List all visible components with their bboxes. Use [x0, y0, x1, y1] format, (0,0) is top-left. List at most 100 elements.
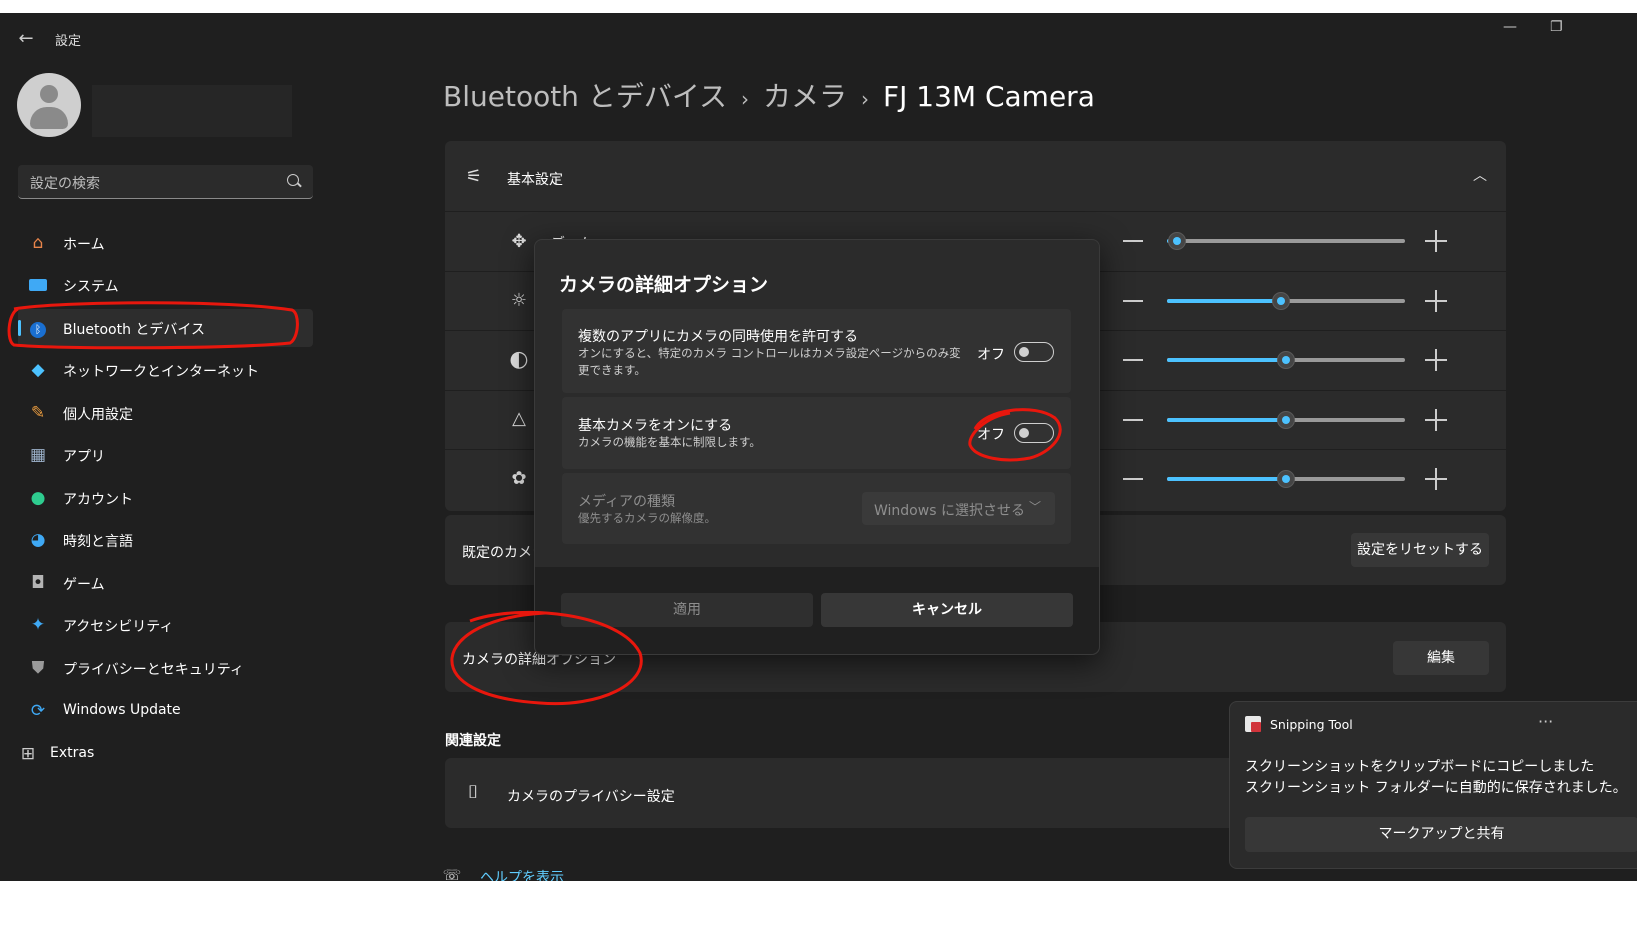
more-options-icon[interactable]: ···	[1538, 712, 1553, 731]
notification-message-line1: スクリーンショットをクリップボードにコピーしました	[1245, 759, 1595, 775]
decrease-brightness-button[interactable]	[1123, 300, 1143, 302]
sliders-icon: ⚟	[465, 166, 483, 187]
slider-thumb[interactable]	[1277, 411, 1295, 429]
search-icon	[287, 174, 299, 186]
minimize-icon[interactable]: —	[1503, 19, 1517, 35]
sidebar-item-label: Windows Update	[63, 702, 181, 718]
sidebar-item-windows-update[interactable]: ⟳ Windows Update	[18, 692, 313, 730]
zoom-slider[interactable]	[1167, 232, 1405, 250]
increase-sharpness-button[interactable]	[1425, 409, 1447, 431]
sidebar-item-gaming[interactable]: ◘ ゲーム	[18, 564, 313, 602]
decrease-sharpness-button[interactable]	[1123, 419, 1143, 421]
sharpness-slider[interactable]	[1167, 411, 1405, 429]
snipping-tool-notification: Snipping Tool ··· スクリーンショットをクリップボードにコピーし…	[1229, 701, 1637, 869]
person-icon: ●	[30, 488, 46, 508]
help-icon: ☏	[442, 866, 462, 881]
brightness-icon: ☼	[510, 290, 528, 311]
sidebar-item-label: アクセシビリティ	[63, 619, 174, 635]
increase-saturation-button[interactable]	[1425, 468, 1447, 490]
increase-contrast-button[interactable]	[1425, 349, 1447, 371]
sidebar-item-extras[interactable]: ⊞ Extras	[8, 735, 303, 773]
active-indicator	[18, 320, 21, 336]
search-placeholder: 設定の検索	[30, 176, 100, 192]
media-type-title: メディアの種類	[578, 494, 676, 510]
sidebar-item-label: Extras	[50, 745, 95, 761]
decrease-saturation-button[interactable]	[1123, 478, 1143, 480]
basic-settings-title: 基本設定	[507, 172, 563, 188]
help-link[interactable]: ヘルプを表示	[480, 867, 564, 881]
sidebar-item-label: 時刻と言語	[63, 534, 133, 550]
basic-camera-toggle-state: オフ	[977, 427, 1005, 443]
extras-icon: ⊞	[20, 744, 36, 764]
window-title: 設定	[55, 34, 82, 49]
sidebar-item-accounts[interactable]: ● アカウント	[18, 479, 313, 517]
edit-button[interactable]: 編集	[1393, 641, 1489, 675]
sidebar-item-home[interactable]: ⌂ ホーム	[18, 224, 313, 262]
chevron-up-icon[interactable]: ︿	[1469, 165, 1491, 187]
apps-icon: ▦	[29, 445, 47, 465]
increase-zoom-button[interactable]	[1425, 230, 1447, 252]
dialog-title: カメラの詳細オプション	[559, 274, 769, 296]
decrease-zoom-button[interactable]	[1123, 240, 1143, 242]
slider-fill	[1167, 358, 1286, 362]
slider-thumb[interactable]	[1167, 232, 1186, 250]
saturation-icon: ✿	[511, 468, 527, 489]
avatar[interactable]	[17, 73, 81, 137]
sidebar-item-privacy[interactable]: ⛊ プライバシーとセキュリティ	[18, 649, 313, 687]
sidebar-item-network[interactable]: ◆ ネットワークとインターネット	[18, 351, 313, 389]
cancel-button[interactable]: キャンセル	[821, 593, 1073, 627]
markup-and-share-button[interactable]: マークアップと共有	[1245, 817, 1637, 852]
camera-icon: ⌷	[467, 782, 479, 803]
account-name-redacted	[92, 85, 292, 137]
sidebar-item-personalization[interactable]: ✎ 個人用設定	[18, 394, 313, 432]
contrast-slider[interactable]	[1167, 351, 1405, 369]
slider-thumb[interactable]	[1277, 351, 1295, 369]
notification-app-name: Snipping Tool	[1270, 717, 1353, 732]
accessibility-icon: ✦	[30, 615, 46, 635]
sidebar-item-label: ネットワークとインターネット	[63, 364, 259, 380]
basic-camera-option-desc: カメラの機能を基本に制限します。	[578, 435, 761, 449]
shield-icon: ⛊	[31, 658, 45, 678]
breadcrumb-camera[interactable]: カメラ	[763, 80, 847, 113]
snipping-tool-icon	[1245, 716, 1261, 732]
slider-fill	[1167, 477, 1286, 481]
multi-app-toggle[interactable]	[1014, 342, 1054, 362]
breadcrumb-bluetooth[interactable]: Bluetooth とデバイス	[443, 80, 727, 113]
increase-brightness-button[interactable]	[1425, 290, 1447, 312]
slider-thumb[interactable]	[1277, 470, 1295, 488]
apply-button[interactable]: 適用	[561, 593, 813, 627]
zoom-icon: ✥	[511, 231, 527, 252]
page-title: FJ 13M Camera	[883, 80, 1095, 113]
slider-thumb[interactable]	[1272, 292, 1291, 310]
breadcrumb: Bluetooth とデバイス › カメラ › FJ 13M Camera	[443, 75, 1095, 115]
monitor-icon	[28, 275, 48, 295]
contrast-icon: ◐	[509, 347, 529, 372]
title-bar: ← 設定 — ❐	[0, 13, 1637, 63]
breadcrumb-separator: ›	[741, 87, 749, 111]
gamepad-icon: ◘	[31, 573, 45, 593]
update-icon: ⟳	[30, 701, 46, 721]
media-type-dropdown[interactable]: Windows に選択させる ﹀	[862, 492, 1055, 525]
back-arrow-icon[interactable]: ←	[14, 27, 38, 51]
basic-camera-toggle[interactable]	[1014, 423, 1054, 443]
decrease-contrast-button[interactable]	[1123, 359, 1143, 361]
sidebar-item-system[interactable]: システム	[18, 266, 313, 304]
multi-app-option-title: 複数のアプリにカメラの同時使用を許可する	[578, 329, 858, 345]
reset-settings-button[interactable]: 設定をリセットする	[1351, 533, 1489, 567]
breadcrumb-separator: ›	[861, 87, 870, 111]
saturation-slider[interactable]	[1167, 470, 1405, 488]
slider-fill	[1167, 418, 1286, 422]
media-type-desc: 優先するカメラの解像度。	[578, 511, 716, 525]
related-settings-heading: 関連設定	[445, 733, 501, 749]
restore-icon[interactable]: ❐	[1550, 19, 1563, 35]
search-input[interactable]: 設定の検索	[18, 165, 313, 199]
sidebar-item-label: システム	[63, 279, 119, 295]
brightness-slider[interactable]	[1167, 292, 1405, 310]
slider-fill	[1167, 299, 1282, 303]
sidebar-item-label: アプリ	[63, 449, 105, 465]
chevron-down-icon: ﹀	[1028, 500, 1041, 514]
sidebar-item-apps[interactable]: ▦ アプリ	[18, 436, 313, 474]
sidebar-item-accessibility[interactable]: ✦ アクセシビリティ	[18, 606, 313, 644]
sidebar-item-bluetooth[interactable]: ᛒ Bluetooth とデバイス	[18, 309, 313, 347]
sidebar-item-time-language[interactable]: ◕ 時刻と言語	[18, 521, 313, 559]
